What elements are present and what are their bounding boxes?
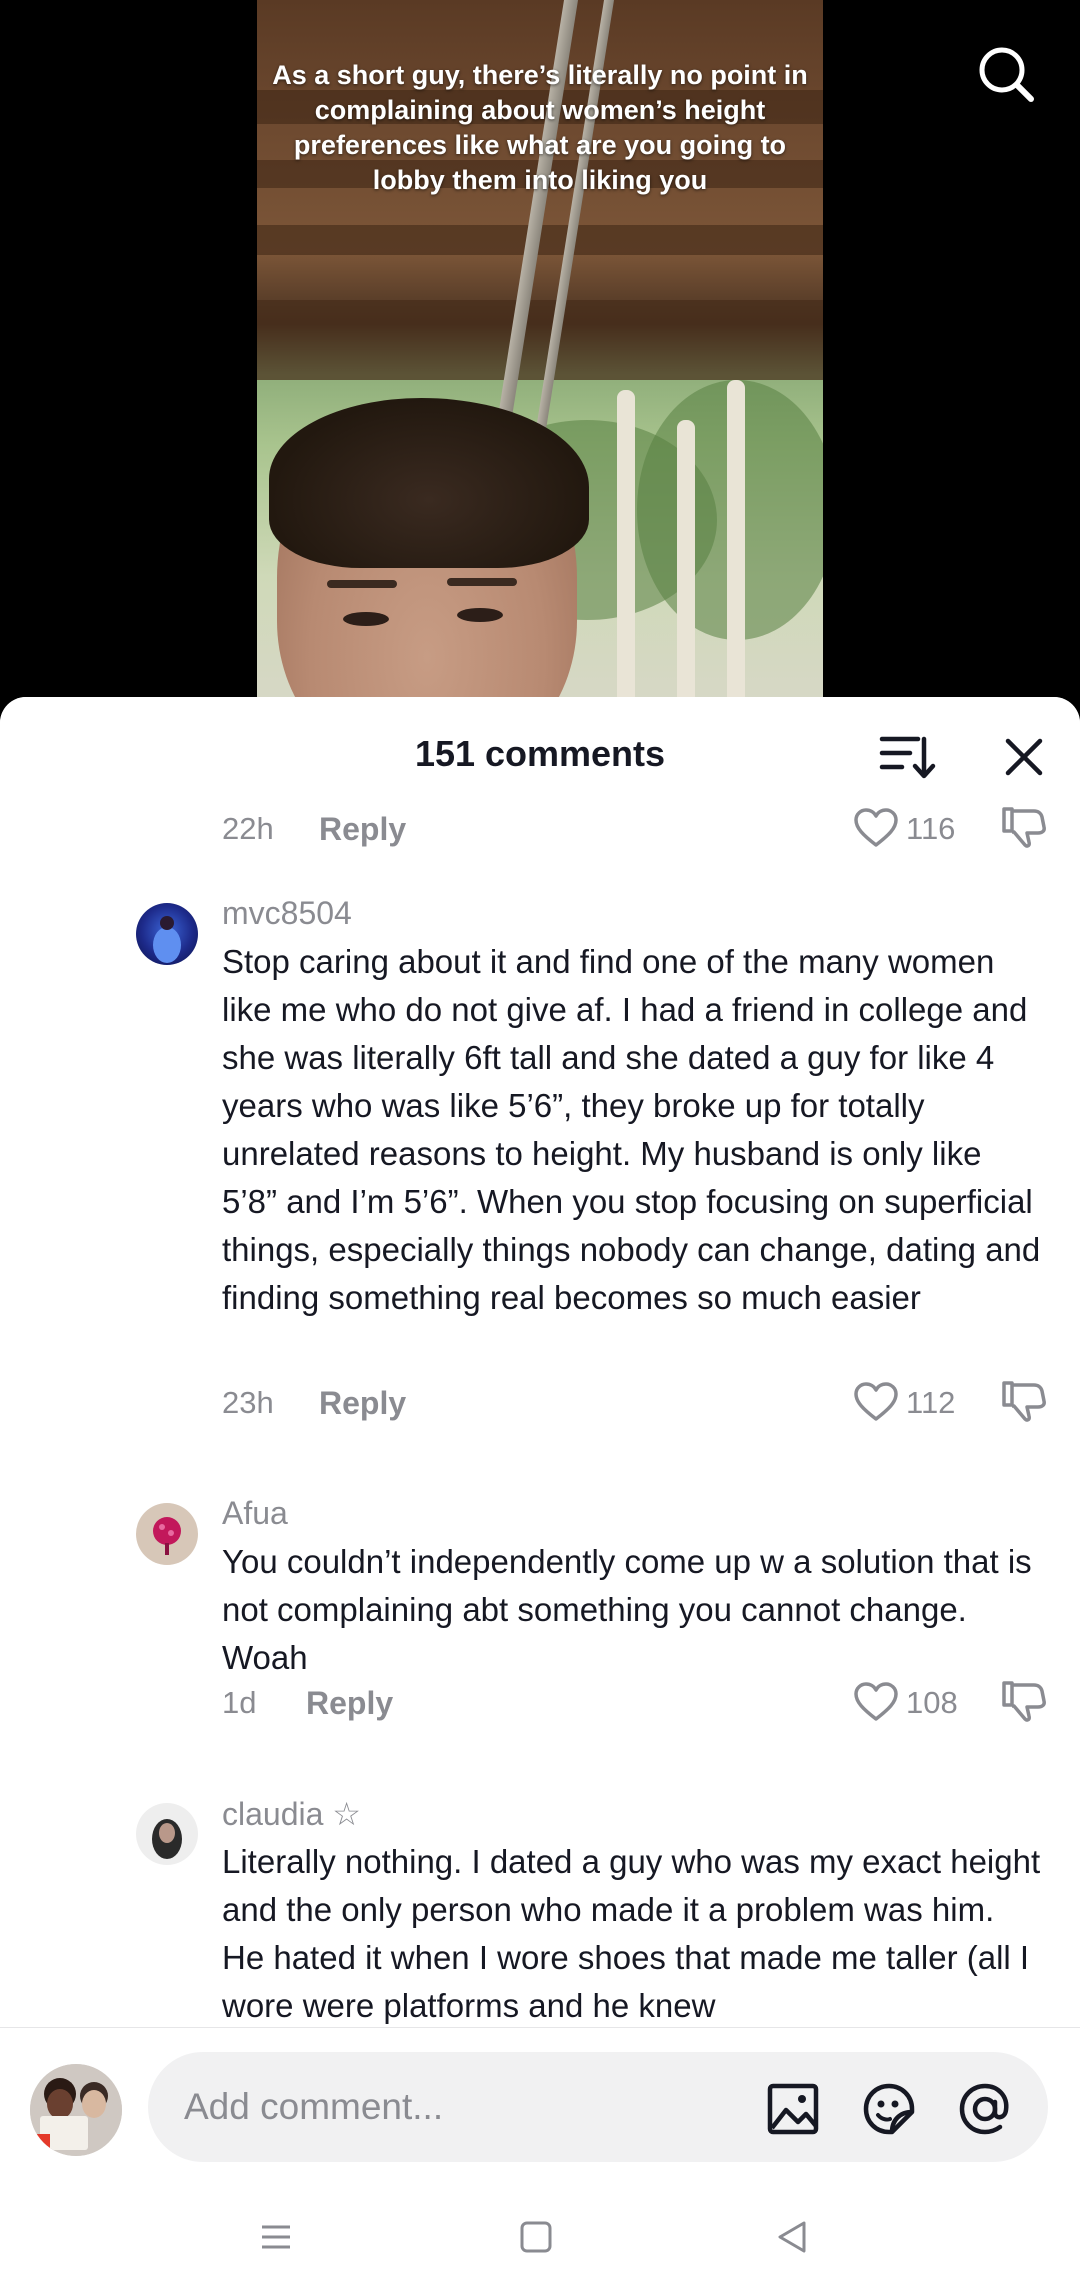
comment-username[interactable]: Afua <box>222 1495 288 1532</box>
eye <box>343 612 389 626</box>
dislike-icon[interactable] <box>1000 1679 1046 1723</box>
eye <box>457 608 503 622</box>
comment-item: claudia ☆ Literally nothing. I dated a g… <box>0 1787 1080 2027</box>
video-player[interactable]: As a short guy, there’s literally no poi… <box>0 0 1080 720</box>
dislike-icon[interactable] <box>1000 807 1046 849</box>
home-icon[interactable] <box>516 2217 556 2257</box>
search-icon[interactable] <box>976 44 1036 104</box>
mention-icon[interactable] <box>958 2082 1012 2136</box>
comment-item: mvc8504 Stop caring about it and find on… <box>0 887 1080 1447</box>
add-comment-placeholder: Add comment... <box>184 2086 444 2127</box>
my-avatar[interactable] <box>30 2064 122 2156</box>
comment-username[interactable]: mvc8504 <box>222 895 352 932</box>
ceiling-beam <box>257 300 823 380</box>
reply-button[interactable]: Reply <box>306 1685 393 1722</box>
comment-time: 22h <box>222 811 274 846</box>
reply-button[interactable]: Reply <box>319 1385 406 1422</box>
comment-time: 23h <box>222 1385 274 1420</box>
avatar[interactable] <box>136 1803 198 1865</box>
add-comment-input[interactable]: Add comment... <box>148 2052 1048 2162</box>
tree-trunk <box>727 380 745 720</box>
avatar[interactable] <box>136 1503 198 1565</box>
reply-button[interactable]: Reply <box>319 811 406 848</box>
comments-list[interactable]: 22h Reply 116 mvc8504 Stop caring about … <box>0 807 1080 2027</box>
comment-text: Literally nothing. I dated a guy who was… <box>222 1843 1041 2024</box>
eyebrow <box>327 580 397 588</box>
heart-icon[interactable] <box>853 1381 899 1423</box>
sticker-icon[interactable] <box>862 2082 916 2136</box>
comment-text: Stop caring about it and find one of the… <box>222 943 1041 1316</box>
comment-item: Afua You couldn’t independently come up … <box>0 1487 1080 1747</box>
like-count: 112 <box>906 1385 956 1420</box>
tree-trunk <box>677 420 695 720</box>
comments-sheet: 151 comments 22h Reply 116 mvc8504 Stop … <box>0 697 1080 2290</box>
dislike-icon[interactable] <box>1000 1379 1046 1423</box>
sort-icon[interactable] <box>878 731 936 783</box>
image-icon[interactable] <box>766 2082 820 2136</box>
avatar[interactable] <box>136 903 198 965</box>
comment-text: You couldn’t independently come up w a s… <box>222 1543 1032 1676</box>
comments-header: 151 comments <box>0 697 1080 807</box>
heart-icon[interactable] <box>853 807 899 849</box>
heart-icon[interactable] <box>853 1681 899 1723</box>
system-navigation-bar <box>0 2193 1080 2290</box>
back-icon[interactable] <box>772 2217 812 2257</box>
comment-time: 1d <box>222 1685 257 1720</box>
tree-trunk <box>617 390 635 720</box>
menu-icon[interactable] <box>256 2217 296 2257</box>
comment-partial: 22h Reply 116 <box>0 807 1080 867</box>
eyebrow <box>447 578 517 586</box>
close-icon[interactable] <box>1000 733 1048 781</box>
comment-composer: Add comment... <box>0 2027 1080 2194</box>
like-count: 108 <box>906 1685 958 1720</box>
comment-username[interactable]: claudia ☆ <box>222 1795 361 1833</box>
like-count: 116 <box>906 811 956 846</box>
video-frame: As a short guy, there’s literally no poi… <box>257 0 823 720</box>
video-caption-overlay: As a short guy, there’s literally no poi… <box>272 60 808 195</box>
